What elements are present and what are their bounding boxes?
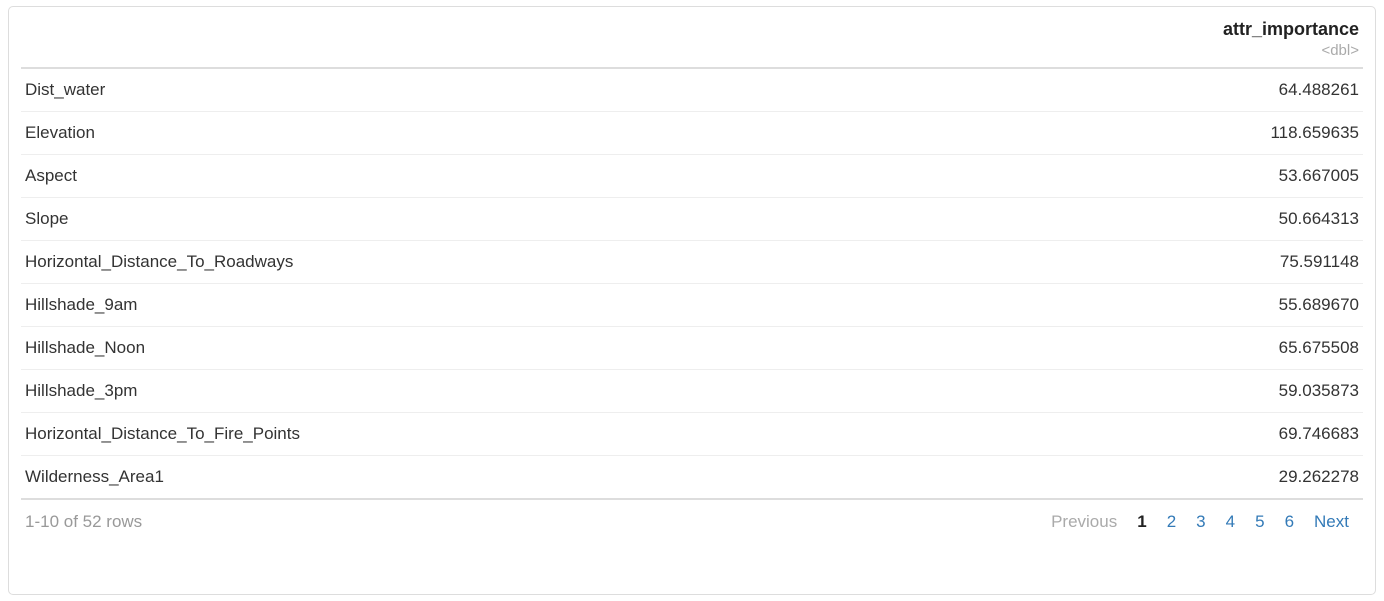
row-name: Hillshade_3pm xyxy=(21,370,910,413)
page-number-button[interactable]: 3 xyxy=(1186,508,1215,536)
table-row: Horizontal_Distance_To_Fire_Points 69.74… xyxy=(21,413,1363,456)
table-row: Elevation 118.659635 xyxy=(21,112,1363,155)
row-value: 53.667005 xyxy=(910,155,1363,198)
row-value: 55.689670 xyxy=(910,284,1363,327)
row-name: Horizontal_Distance_To_Fire_Points xyxy=(21,413,910,456)
row-name: Elevation xyxy=(21,112,910,155)
row-name: Hillshade_Noon xyxy=(21,327,910,370)
row-name: Slope xyxy=(21,198,910,241)
row-name: Horizontal_Distance_To_Roadways xyxy=(21,241,910,284)
table-row: Aspect 53.667005 xyxy=(21,155,1363,198)
row-value: 50.664313 xyxy=(910,198,1363,241)
page-next-button[interactable]: Next xyxy=(1304,508,1359,536)
row-value: 64.488261 xyxy=(910,68,1363,112)
row-name: Aspect xyxy=(21,155,910,198)
row-value: 118.659635 xyxy=(910,112,1363,155)
row-value: 29.262278 xyxy=(910,456,1363,500)
row-name: Hillshade_9am xyxy=(21,284,910,327)
page-number-button[interactable]: 5 xyxy=(1245,508,1274,536)
row-value: 59.035873 xyxy=(910,370,1363,413)
data-table: attr_importance <dbl> Dist_water 64.4882… xyxy=(21,13,1363,500)
row-value: 69.746683 xyxy=(910,413,1363,456)
table-header-row: attr_importance xyxy=(21,13,1363,42)
row-range-status: 1-10 of 52 rows xyxy=(25,512,142,532)
page-number-button[interactable]: 6 xyxy=(1275,508,1304,536)
row-value: 65.675508 xyxy=(910,327,1363,370)
pagination: Previous 1 2 3 4 5 6 Next xyxy=(1041,508,1359,536)
row-name: Wilderness_Area1 xyxy=(21,456,910,500)
page-number-button[interactable]: 1 xyxy=(1127,508,1156,536)
col-header-rowname xyxy=(21,13,910,42)
page-number-button[interactable]: 2 xyxy=(1157,508,1186,536)
table-row: Hillshade_Noon 65.675508 xyxy=(21,327,1363,370)
col-header-value: attr_importance xyxy=(910,13,1363,42)
col-type-rowname xyxy=(21,42,910,68)
table-row: Horizontal_Distance_To_Roadways 75.59114… xyxy=(21,241,1363,284)
table-row: Dist_water 64.488261 xyxy=(21,68,1363,112)
table-row: Hillshade_9am 55.689670 xyxy=(21,284,1363,327)
row-value: 75.591148 xyxy=(910,241,1363,284)
row-name: Dist_water xyxy=(21,68,910,112)
page-number-button[interactable]: 4 xyxy=(1216,508,1245,536)
table-footer: 1-10 of 52 rows Previous 1 2 3 4 5 6 Nex… xyxy=(21,500,1363,542)
col-type-value: <dbl> xyxy=(910,42,1363,68)
table-type-row: <dbl> xyxy=(21,42,1363,68)
table-row: Hillshade_3pm 59.035873 xyxy=(21,370,1363,413)
table-row: Wilderness_Area1 29.262278 xyxy=(21,456,1363,500)
table-row: Slope 50.664313 xyxy=(21,198,1363,241)
data-table-panel: attr_importance <dbl> Dist_water 64.4882… xyxy=(8,6,1376,595)
page-prev-button[interactable]: Previous xyxy=(1041,508,1127,536)
